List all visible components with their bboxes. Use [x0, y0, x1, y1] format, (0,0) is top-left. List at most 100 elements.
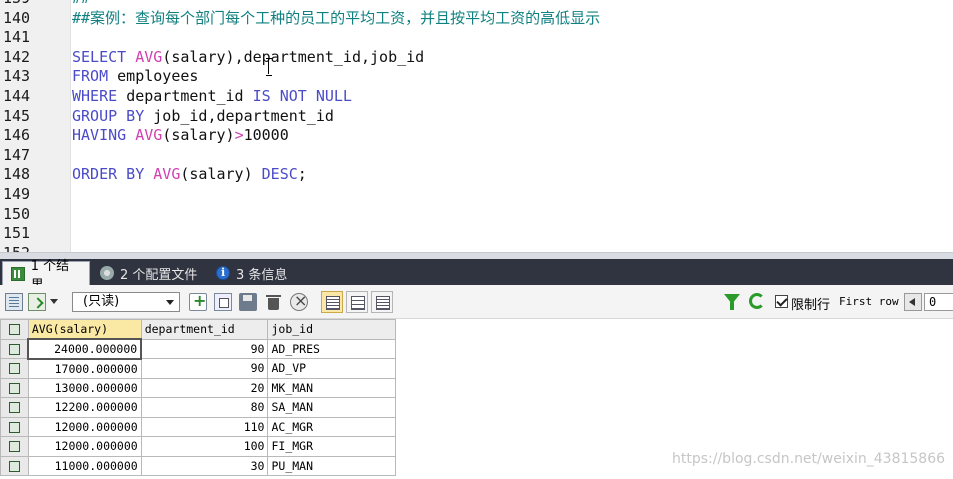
- code-line[interactable]: 145 GROUP BY job_id,department_id: [0, 107, 953, 127]
- table-cell[interactable]: 11000.000000: [27, 455, 142, 476]
- code-line[interactable]: 150: [0, 205, 953, 225]
- code-line[interactable]: 144 WHERE department_id IS NOT NULL: [0, 87, 953, 107]
- code-token: employees: [117, 67, 199, 86]
- tab-label: 3 条信息: [236, 267, 288, 283]
- table-row[interactable]: 17000.000000 90 AD_VP: [0, 358, 396, 379]
- checkbox-icon[interactable]: [8, 460, 20, 472]
- code-text: ##: [72, 0, 90, 9]
- table-cell[interactable]: 12200.000000: [27, 397, 142, 418]
- chevron-down-icon[interactable]: [50, 299, 58, 304]
- table-cell[interactable]: 13000.000000: [27, 377, 142, 398]
- import-icon[interactable]: [28, 293, 46, 311]
- duplicate-row-icon[interactable]: [214, 293, 232, 311]
- table-cell[interactable]: SA_MAN: [267, 397, 396, 418]
- row-select-cell[interactable]: [0, 338, 29, 359]
- code-token: ##: [72, 0, 90, 7]
- export-icon[interactable]: [5, 293, 23, 311]
- table-row[interactable]: 12000.000000 110 AC_MGR: [0, 416, 396, 437]
- table-cell[interactable]: 100: [140, 436, 269, 457]
- table-cell[interactable]: 30: [140, 455, 269, 476]
- code-text: WHERE department_id IS NOT NULL: [72, 87, 352, 107]
- checkbox-icon[interactable]: [8, 363, 20, 375]
- table-row[interactable]: 12200.000000 80 SA_MAN: [0, 397, 396, 418]
- pane-splitter[interactable]: [0, 252, 953, 259]
- row-select-cell[interactable]: [0, 377, 29, 398]
- checkbox-icon[interactable]: [8, 382, 20, 394]
- refresh-icon[interactable]: [749, 293, 765, 309]
- tab-results[interactable]: 1 个结果: [2, 259, 90, 293]
- previous-page-button[interactable]: [904, 293, 922, 311]
- column-header[interactable]: job_id: [267, 319, 396, 340]
- checkbox-icon[interactable]: [8, 441, 20, 453]
- trash-icon[interactable]: [265, 293, 283, 311]
- table-cell[interactable]: 90: [140, 338, 269, 359]
- row-select-cell[interactable]: [0, 455, 29, 476]
- result-tabbar: 1 个结果 2 个配置文件 3 条信息: [0, 259, 953, 293]
- table-cell[interactable]: 12000.000000: [27, 416, 142, 437]
- table-cell[interactable]: 12000.000000: [27, 436, 142, 457]
- tab-messages[interactable]: 3 条信息: [208, 261, 300, 285]
- results-grid: AVG(salary) department_id job_id 24000.0…: [0, 319, 396, 476]
- code-area[interactable]: 139 ## 140 ##案例：查询每个部门每个工种的员工的平均工资，并且按平均工资的…: [0, 0, 953, 257]
- table-cell[interactable]: PU_MAN: [267, 455, 396, 476]
- table-cell[interactable]: AD_PRES: [267, 338, 396, 359]
- code-line[interactable]: 140 ##案例：查询每个部门每个工种的员工的平均工资，并且按平均工资的高低显示: [0, 9, 953, 29]
- code-token: (salary): [162, 126, 235, 145]
- cancel-icon[interactable]: [290, 291, 308, 311]
- text-view-button[interactable]: [371, 291, 393, 313]
- checkbox-icon[interactable]: [8, 343, 20, 355]
- add-row-icon[interactable]: [189, 291, 207, 311]
- code-token: AVG: [153, 165, 181, 184]
- table-cell[interactable]: 24000.000000: [27, 338, 143, 360]
- line-number: 149: [3, 184, 31, 203]
- row-select-cell[interactable]: [0, 397, 29, 418]
- select-all-cell[interactable]: [0, 319, 29, 340]
- table-cell[interactable]: AC_MGR: [267, 416, 396, 437]
- checkbox-icon[interactable]: [8, 421, 20, 433]
- row-select-cell[interactable]: [0, 416, 29, 437]
- code-token: ##案例：查询每个部门每个工种的员工的平均工资，并且按平均工资的高低显示: [72, 8, 601, 27]
- first-row-input[interactable]: 0: [924, 293, 953, 311]
- filter-icon[interactable]: [724, 294, 740, 310]
- code-line[interactable]: 141: [0, 28, 953, 48]
- grid-view-button[interactable]: [321, 291, 343, 313]
- code-line[interactable]: 147: [0, 146, 953, 166]
- checkbox-icon[interactable]: [8, 324, 20, 336]
- table-row[interactable]: 13000.000000 20 MK_MAN: [0, 377, 396, 398]
- tab-profiles[interactable]: 2 个配置文件: [92, 261, 206, 285]
- table-cell[interactable]: 90: [140, 358, 269, 379]
- code-line[interactable]: 149: [0, 185, 953, 205]
- code-line[interactable]: 142 SELECT AVG(salary),department_id,job_…: [0, 48, 953, 68]
- table-cell[interactable]: 80: [140, 397, 269, 418]
- limit-rows-checkbox[interactable]: [775, 295, 788, 308]
- table-row[interactable]: 11000.000000 30 PU_MAN: [0, 455, 396, 476]
- table-cell[interactable]: 17000.000000: [27, 358, 142, 379]
- sql-editor[interactable]: 139 ## 140 ##案例：查询每个部门每个工种的员工的平均工资，并且按平均工资的…: [0, 0, 953, 257]
- line-number: 144: [3, 86, 31, 105]
- code-line[interactable]: 139 ##: [0, 0, 953, 9]
- row-select-cell[interactable]: [0, 358, 29, 379]
- table-cell[interactable]: 20: [140, 377, 269, 398]
- code-line[interactable]: 151: [0, 224, 953, 244]
- readonly-select-value: (只读): [83, 294, 120, 309]
- table-cell[interactable]: AD_VP: [267, 358, 396, 379]
- row-select-cell[interactable]: [0, 436, 29, 457]
- save-icon[interactable]: [239, 293, 257, 311]
- checkbox-icon[interactable]: [8, 402, 20, 414]
- table-cell[interactable]: MK_MAN: [267, 377, 396, 398]
- form-view-button[interactable]: [346, 291, 368, 313]
- code-text: ORDER BY AVG(salary) DESC;: [72, 165, 307, 185]
- table-row[interactable]: 24000.000000 90 AD_PRES: [0, 338, 396, 360]
- table-cell[interactable]: 110: [140, 416, 269, 437]
- table-row[interactable]: 12000.000000 100 FI_MGR: [0, 436, 396, 457]
- readonly-select[interactable]: (只读): [72, 292, 180, 312]
- code-line[interactable]: 143 FROM employees: [0, 67, 953, 87]
- code-token: department_id: [126, 86, 253, 105]
- text-cursor-icon: [266, 58, 272, 76]
- column-header[interactable]: AVG(salary): [27, 319, 142, 340]
- code-token: ,: [234, 47, 244, 66]
- table-cell[interactable]: FI_MGR: [267, 436, 396, 457]
- code-line[interactable]: 148 ORDER BY AVG(salary) DESC;: [0, 165, 953, 185]
- code-line[interactable]: 146 HAVING AVG(salary)>10000: [0, 126, 953, 146]
- column-header[interactable]: department_id: [140, 319, 269, 340]
